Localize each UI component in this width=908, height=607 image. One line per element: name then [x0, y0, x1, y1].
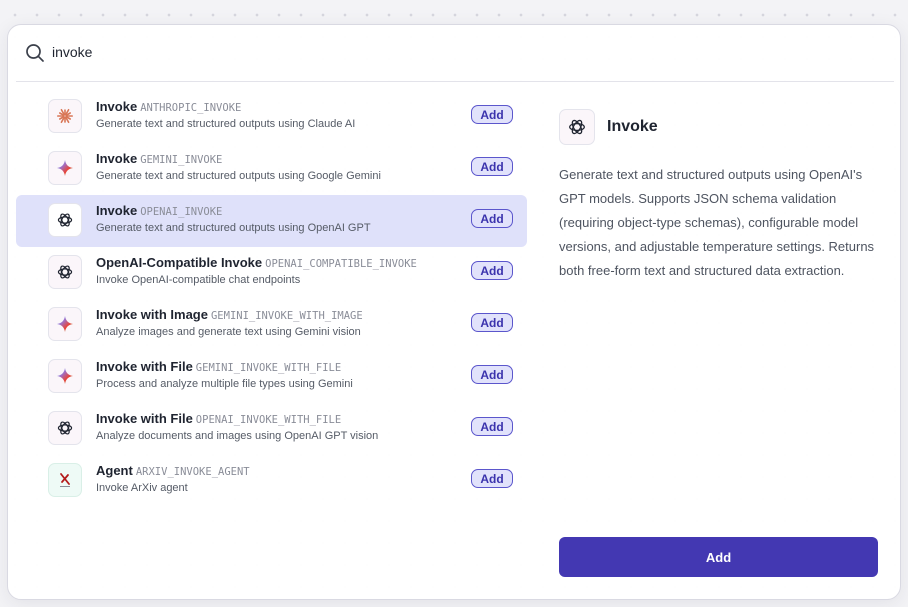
list-item[interactable]: Invoke with File GEMINI_INVOKE_WITH_FILE P… — [16, 351, 527, 403]
item-description: Generate text and structured outputs usi… — [96, 222, 371, 234]
item-description: Invoke ArXiv agent — [96, 482, 188, 494]
item-title: Invoke — [96, 151, 138, 166]
search-input[interactable] — [52, 39, 652, 65]
list-item[interactable]: Invoke with Image GEMINI_INVOKE_WITH_IMAG… — [16, 299, 527, 351]
item-title-line: Invoke with File GEMINI_INVOKE_WITH_FILE — [96, 359, 341, 376]
item-code: OPENAI_COMPATIBLE_INVOKE — [265, 258, 417, 270]
item-title-line: Invoke with Image GEMINI_INVOKE_WITH_IMAG… — [96, 307, 363, 324]
add-item-button[interactable]: Add — [471, 209, 513, 228]
gemini-icon — [48, 359, 82, 393]
item-title: Invoke with File — [96, 411, 193, 426]
search-icon — [26, 44, 44, 62]
gemini-icon — [48, 151, 82, 185]
item-title-line: OpenAI-Compatible Invoke OPENAI_COMPATIBL… — [96, 255, 417, 272]
item-code: OPENAI_INVOKE — [140, 206, 223, 218]
item-title-line: Invoke with File OPENAI_INVOKE_WITH_FILE — [96, 411, 341, 428]
item-description: Analyze documents and images using OpenA… — [96, 430, 379, 442]
item-description: Process and analyze multiple file types … — [96, 378, 353, 390]
detail-title: Invoke — [607, 118, 658, 135]
arxiv-icon — [48, 463, 82, 497]
add-item-button[interactable]: Add — [471, 469, 513, 488]
item-title-line: Invoke GEMINI_INVOKE — [96, 151, 222, 168]
anthropic-icon — [48, 99, 82, 133]
openai-icon — [48, 411, 82, 445]
item-code: OPENAI_INVOKE_WITH_FILE — [195, 414, 342, 426]
list-item[interactable]: Invoke OPENAI_INVOKE Generate text and str… — [16, 195, 527, 247]
detail-description: Generate text and structured outputs usi… — [559, 167, 875, 278]
gemini-icon — [48, 307, 82, 341]
search-bar — [16, 25, 894, 82]
list-item[interactable]: Invoke ANTHROPIC_INVOKE Generate text and … — [16, 91, 527, 143]
openai-icon — [48, 255, 82, 289]
openai-icon — [559, 109, 595, 145]
item-description: Generate text and structured outputs usi… — [96, 170, 381, 182]
component-picker-dialog: InvokeANTHROPIC_INVOKEGenerate text and … — [7, 24, 901, 600]
add-item-button[interactable]: Add — [471, 313, 513, 332]
item-title-line: Agent ARXIV_INVOKE_AGENT — [96, 463, 250, 480]
add-item-button[interactable]: Add — [471, 105, 513, 124]
openai-icon — [48, 203, 82, 237]
component-list: Invoke ANTHROPIC_INVOKE Generate text and … — [16, 91, 527, 507]
add-item-button[interactable]: Add — [471, 261, 513, 280]
item-title: Invoke with File — [96, 359, 193, 374]
item-code: ARXIV_INVOKE_AGENT — [135, 466, 250, 478]
item-code: GEMINI_INVOKE_WITH_FILE — [195, 362, 342, 374]
item-title-line: Invoke OPENAI_INVOKE — [96, 203, 222, 220]
item-description: Analyze images and generate text using G… — [96, 326, 361, 338]
add-item-button[interactable]: Add — [471, 365, 513, 384]
item-code: GEMINI_INVOKE — [140, 154, 223, 166]
list-item[interactable]: Invoke GEMINI_INVOKE Generate text and str… — [16, 143, 527, 195]
item-code: GEMINI_INVOKE_WITH_IMAGE — [210, 310, 363, 322]
list-item[interactable]: Invoke with File OPENAI_INVOKE_WITH_FILE A… — [16, 403, 527, 455]
item-title: OpenAI-Compatible Invoke — [96, 255, 263, 270]
item-description: Invoke OpenAI-compatible chat endpoints — [96, 274, 301, 286]
list-item[interactable]: OpenAI-Compatible Invoke OPENAI_COMPATIBL… — [16, 247, 527, 299]
item-description: Generate text and structured outputs usi… — [96, 118, 356, 130]
item-title-line: Invoke ANTHROPIC_INVOKE — [96, 99, 241, 116]
item-title: Invoke — [96, 203, 138, 218]
item-code: ANTHROPIC_INVOKE — [140, 102, 242, 114]
item-title: Agent — [96, 463, 133, 478]
list-item[interactable]: Agent ARXIV_INVOKE_AGENT Invoke ArXiv agen… — [16, 455, 527, 507]
add-item-button[interactable]: Add — [471, 157, 513, 176]
add-button[interactable]: Add — [559, 537, 878, 577]
add-item-button[interactable]: Add — [471, 417, 513, 436]
item-title: Invoke — [96, 99, 138, 114]
item-title: Invoke with Image — [96, 307, 208, 322]
